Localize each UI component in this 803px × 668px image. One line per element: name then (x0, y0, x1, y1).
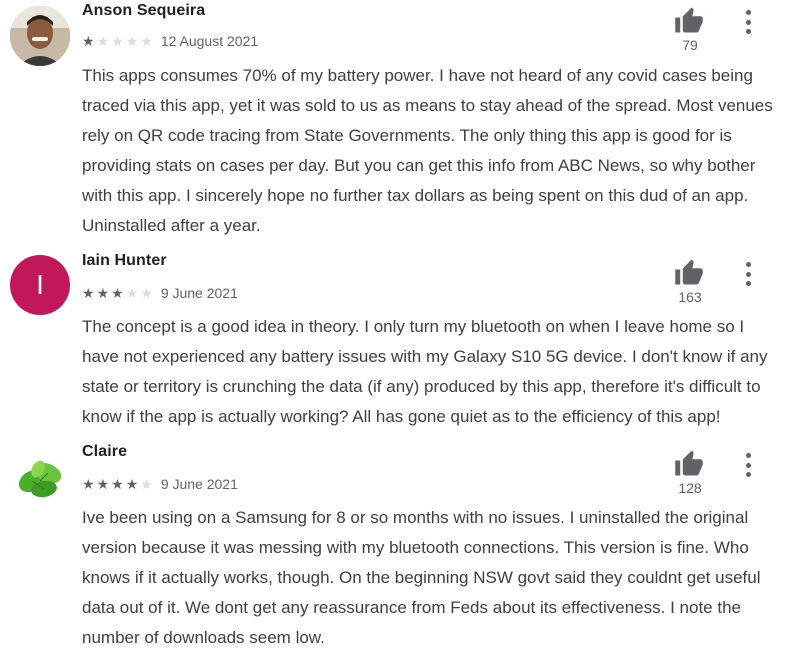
star-empty-icon: ★ (140, 33, 153, 49)
reviewer-name: Iain Hunter (82, 252, 167, 269)
star-rating: ★ ★ ★ ★ ★ (82, 34, 155, 48)
avatar: I (10, 255, 70, 315)
avatar-letter: I (36, 269, 44, 300)
review-meta: ★ ★ ★ ★ ★ 12 August 2021 (82, 33, 258, 49)
review-text: Ive been using on a Samsung for 8 or so … (82, 508, 761, 647)
avatar (10, 447, 70, 507)
star-empty-icon: ★ (140, 476, 153, 492)
star-rating: ★ ★ ★ ★ ★ (82, 286, 155, 300)
profile-photo-icon (10, 6, 70, 66)
review-date: 12 August 2021 (160, 33, 259, 49)
star-filled-icon: ★ (82, 476, 95, 492)
star-empty-icon: ★ (111, 33, 124, 49)
reviewer-name: Anson Sequeira (82, 2, 206, 19)
thumbs-up-icon[interactable] (674, 449, 704, 477)
star-empty-icon: ★ (140, 285, 153, 301)
star-filled-icon: ★ (111, 476, 124, 492)
star-empty-icon: ★ (125, 33, 139, 49)
thumbs-up-icon[interactable] (674, 6, 704, 34)
more-options-icon[interactable] (738, 451, 758, 479)
review-card: I Iain Hunter ★ ★ ★ ★ ★ 9 June 2021 163 The … (0, 250, 803, 440)
star-filled-icon: ★ (82, 285, 95, 301)
helpful-count: 79 (682, 37, 698, 53)
review-meta: ★ ★ ★ ★ ★ 9 June 2021 (82, 285, 238, 301)
star-filled-icon: ★ (96, 476, 110, 492)
reviewer-name: Claire (82, 443, 128, 460)
star-filled-icon: ★ (96, 285, 110, 301)
thumbs-up-icon[interactable] (674, 258, 704, 286)
star-rating: ★ ★ ★ ★ ★ (82, 477, 155, 491)
more-options-icon[interactable] (738, 8, 758, 36)
star-filled-icon: ★ (82, 33, 95, 49)
review-date: 9 June 2021 (160, 476, 238, 492)
review-text: The concept is a good idea in theory. I … (82, 317, 768, 426)
star-filled-icon: ★ (125, 476, 139, 492)
star-empty-icon: ★ (96, 33, 110, 49)
helpful-count: 163 (678, 289, 702, 305)
avatar (10, 6, 70, 66)
review-text: This apps consumes 70% of my battery pow… (82, 66, 773, 235)
more-options-icon[interactable] (738, 260, 758, 288)
review-card: Anson Sequeira ★ ★ ★ ★ ★ 12 August 2021 79 T… (0, 0, 803, 240)
star-filled-icon: ★ (111, 285, 124, 301)
review-date: 9 June 2021 (160, 285, 238, 301)
review-meta: ★ ★ ★ ★ ★ 9 June 2021 (82, 476, 238, 492)
helpful-count: 128 (678, 480, 702, 496)
leaf-photo-icon (10, 447, 70, 507)
star-empty-icon: ★ (125, 285, 139, 301)
review-card: Claire ★ ★ ★ ★ ★ 9 June 2021 128 Ive been us… (0, 441, 803, 668)
